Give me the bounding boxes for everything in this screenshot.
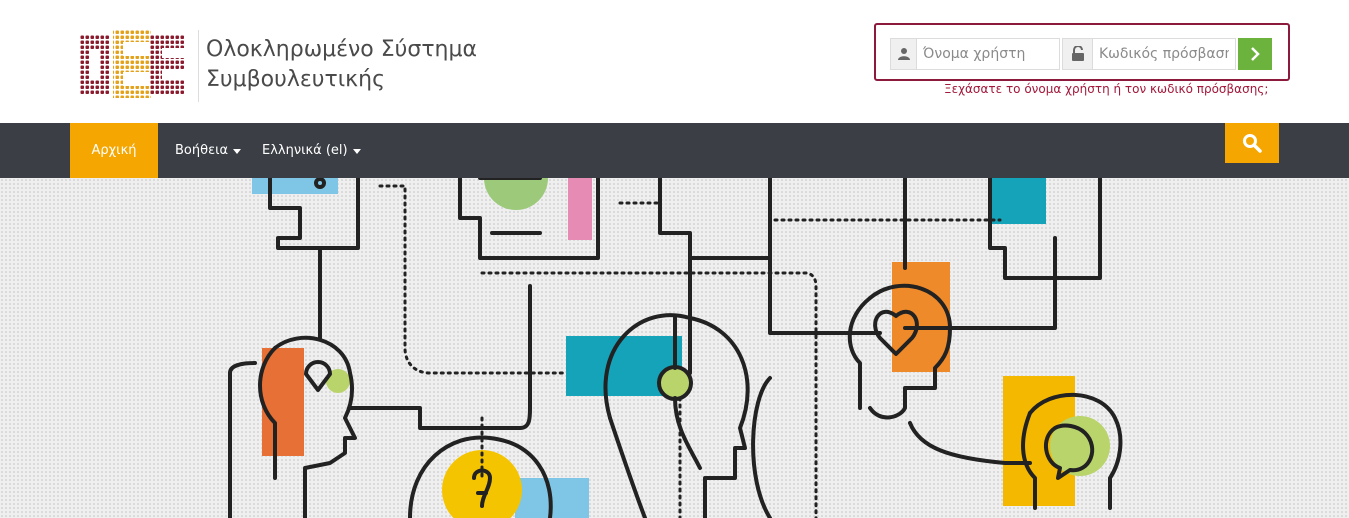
- nav-home-label: Αρχική: [91, 143, 137, 158]
- site-title[interactable]: Ολοκληρωμένο Σύστημα Συμβουλευτικής: [206, 35, 477, 95]
- hero-banner: [0, 178, 1349, 518]
- search-icon: [1243, 134, 1262, 153]
- password-field[interactable]: [1062, 38, 1236, 70]
- heads-network-illustration: [228, 178, 1123, 518]
- nav-help-dropdown[interactable]: Βοήθεια: [175, 123, 242, 178]
- logo-divider: [198, 30, 199, 102]
- main-navbar: Αρχική Βοήθεια Ελληνικά (el): [0, 123, 1349, 178]
- search-button[interactable]: [1225, 123, 1279, 163]
- site-title-line1: Ολοκληρωμένο Σύστημα: [206, 37, 478, 62]
- forgot-credentials-link[interactable]: Ξεχάσατε το όνομα χρήστη ή τον κωδικό πρ…: [944, 82, 1268, 96]
- caret-down-icon: [233, 149, 242, 154]
- unlock-icon: [1063, 39, 1093, 69]
- chevron-right-icon: [1251, 47, 1260, 61]
- caret-down-icon: [352, 149, 361, 154]
- nav-language-dropdown[interactable]: Ελληνικά (el): [262, 123, 361, 178]
- site-header: Ολοκληρωμένο Σύστημα Συμβουλευτικής Ξεχά…: [0, 0, 1349, 123]
- site-title-line2: Συμβουλευτικής: [206, 67, 386, 92]
- site-logo[interactable]: [80, 30, 184, 98]
- nav-language-label: Ελληνικά (el): [262, 143, 348, 158]
- nav-help-label: Βοήθεια: [175, 143, 229, 158]
- username-field[interactable]: [890, 38, 1060, 70]
- username-input[interactable]: [917, 46, 1059, 62]
- password-input[interactable]: [1093, 46, 1235, 62]
- nav-home[interactable]: Αρχική: [70, 123, 158, 178]
- login-submit-button[interactable]: [1238, 38, 1272, 70]
- user-icon: [891, 39, 917, 69]
- login-form: [874, 23, 1290, 81]
